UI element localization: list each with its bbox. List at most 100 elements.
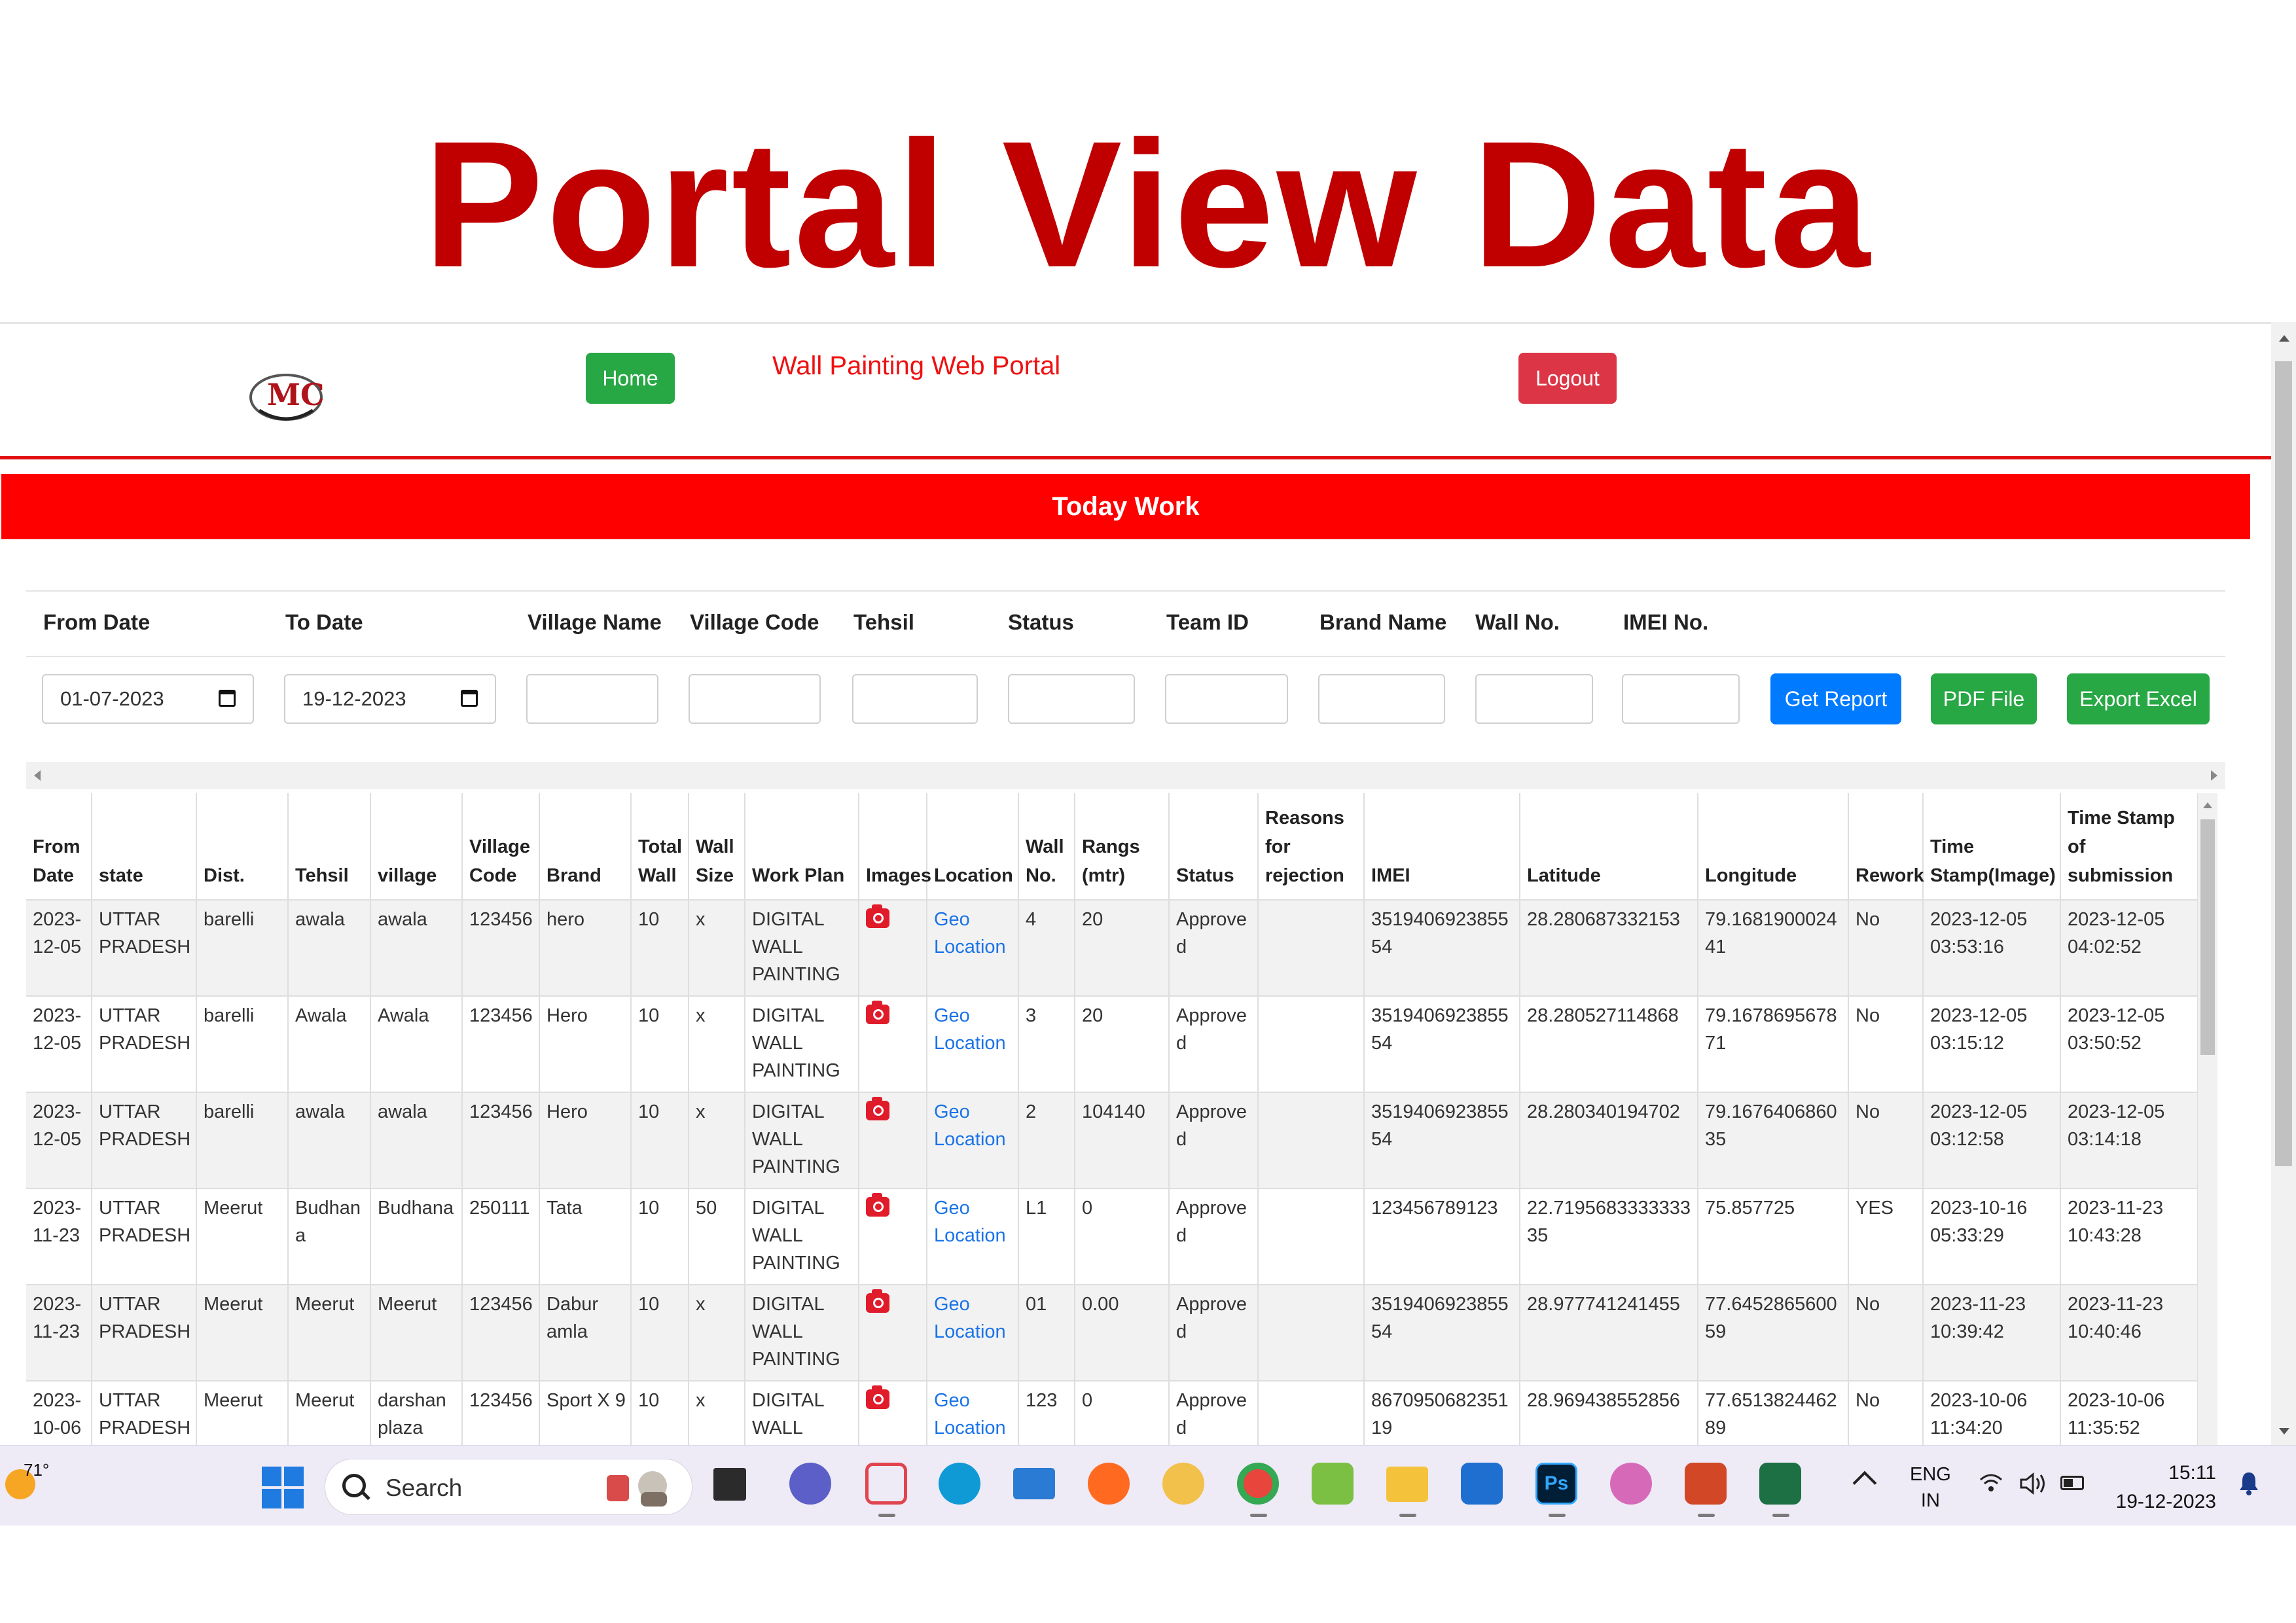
home-button[interactable]: Home	[586, 353, 675, 404]
language-indicator[interactable]: ENG IN	[1910, 1461, 1951, 1514]
calendar-icon[interactable]	[219, 690, 236, 707]
wifi-icon[interactable]	[1978, 1469, 2004, 1495]
snipping-tool-icon[interactable]	[865, 1463, 907, 1505]
running-indicator	[1250, 1514, 1267, 1517]
logout-button[interactable]: Logout	[1518, 353, 1617, 404]
column-header[interactable]: Village Code	[462, 793, 540, 901]
column-header[interactable]: Latitude	[1520, 793, 1698, 901]
column-header[interactable]: Time Stamp of submission	[2060, 793, 2198, 901]
chevron-up-icon[interactable]	[1852, 1471, 1877, 1495]
column-header[interactable]: Dist.	[196, 793, 289, 901]
task-view-icon[interactable]	[713, 1468, 746, 1501]
geo-location-link[interactable]: Geo Location	[934, 1198, 1006, 1246]
get-report-button[interactable]: Get Report	[1770, 673, 1901, 724]
mail-icon[interactable]	[1013, 1468, 1055, 1499]
camera-icon[interactable]	[866, 904, 889, 928]
camera-icon[interactable]	[866, 1001, 889, 1024]
column-header[interactable]: Rangs (mtr)	[1075, 793, 1170, 901]
tehsil-input[interactable]	[852, 674, 978, 724]
volume-icon[interactable]	[2018, 1472, 2047, 1495]
camera-icon[interactable]	[866, 1289, 889, 1313]
system-clock[interactable]: 15:11 19-12-2023	[2111, 1459, 2216, 1516]
chat-icon[interactable]	[789, 1463, 831, 1505]
column-header[interactable]: Longitude	[1698, 793, 1849, 901]
paint-icon[interactable]	[1610, 1463, 1652, 1505]
edge-icon[interactable]	[939, 1463, 980, 1505]
scroll-up-icon[interactable]	[2203, 802, 2212, 808]
column-header[interactable]: state	[92, 793, 197, 901]
windows-start-icon[interactable]	[262, 1467, 304, 1508]
column-header[interactable]: Reasons for rejection	[1258, 793, 1365, 901]
image-timestamp-cell: 2023-10-16 05:33:29	[1923, 1188, 2061, 1285]
village-name-input[interactable]	[526, 674, 658, 724]
team-id-label: Team ID	[1166, 610, 1249, 634]
geo-location-link[interactable]: Geo Location	[934, 1294, 1006, 1342]
powerpoint-icon[interactable]	[1685, 1463, 1727, 1505]
column-header[interactable]: Time Stamp(Image)	[1923, 793, 2061, 901]
notification-bell-icon[interactable]	[2238, 1471, 2259, 1495]
weather-widget[interactable]: 71°	[5, 1460, 49, 1506]
column-header[interactable]: Images	[859, 793, 931, 901]
status-cell: Approved	[1169, 900, 1259, 997]
team-id-input[interactable]	[1165, 674, 1288, 724]
geo-location-link[interactable]: Geo Location	[934, 1005, 1006, 1054]
excel-icon[interactable]	[1759, 1463, 1801, 1505]
brand-cell: Hero	[539, 1092, 632, 1189]
column-header[interactable]: Wall No.	[1018, 793, 1075, 901]
scroll-left-icon[interactable]	[34, 770, 41, 781]
scroll-right-icon[interactable]	[2211, 770, 2217, 781]
camera-icon[interactable]	[866, 1193, 889, 1217]
wall-no-input[interactable]	[1475, 674, 1593, 724]
taskbar-search[interactable]: Search	[325, 1459, 692, 1515]
work-plan-cell: DIGITAL WALL PAINTING	[745, 996, 859, 1093]
column-header[interactable]: From Date	[26, 793, 92, 901]
village-code-cell: 123456	[462, 996, 540, 1093]
column-header[interactable]: Status	[1169, 793, 1259, 901]
column-header[interactable]: IMEI	[1364, 793, 1520, 901]
from-date-input[interactable]: 01-07-2023	[42, 674, 254, 724]
table-vertical-scrollbar[interactable]	[2198, 793, 2217, 1525]
to-date-value: 19-12-2023	[302, 687, 406, 710]
pdf-file-button[interactable]: PDF File	[1931, 673, 2037, 724]
column-header[interactable]: Tehsil	[288, 793, 371, 901]
state-cell: UTTAR PRADESH	[92, 1092, 197, 1189]
export-excel-button[interactable]: Export Excel	[2067, 673, 2210, 724]
camera-icon[interactable]	[866, 1097, 889, 1120]
file-explorer-icon[interactable]	[1386, 1467, 1428, 1502]
status-input[interactable]	[1008, 674, 1135, 724]
company-logo[interactable]: MC	[247, 365, 325, 425]
village-code-input[interactable]	[689, 674, 821, 724]
location-cell: Geo Location	[927, 996, 1019, 1093]
to-date-input[interactable]: 19-12-2023	[284, 674, 496, 724]
column-header[interactable]: Rework	[1848, 793, 1924, 901]
scroll-down-icon[interactable]	[2279, 1428, 2289, 1435]
battery-icon[interactable]	[2060, 1476, 2084, 1490]
scroll-thumb[interactable]	[2200, 819, 2215, 1055]
column-header[interactable]: Location	[927, 793, 1019, 901]
column-header[interactable]: village	[370, 793, 463, 901]
photos-icon[interactable]	[1162, 1463, 1204, 1505]
notepad-plus-icon[interactable]	[1312, 1463, 1354, 1505]
chrome-icon[interactable]	[1237, 1463, 1279, 1505]
navbar-divider	[0, 456, 2271, 459]
column-header[interactable]: Total Wall	[631, 793, 689, 901]
brand-name-input[interactable]	[1318, 674, 1445, 724]
column-header[interactable]: Work Plan	[745, 793, 859, 901]
location-cell: Geo Location	[927, 900, 1019, 997]
geo-location-link[interactable]: Geo Location	[934, 909, 1006, 957]
horizontal-scrollbar[interactable]	[26, 762, 2225, 789]
geo-location-link[interactable]: Geo Location	[934, 1390, 1006, 1438]
scroll-thumb[interactable]	[2275, 361, 2292, 1166]
photoshop-icon[interactable]: Ps	[1535, 1463, 1577, 1505]
geo-location-link[interactable]: Geo Location	[934, 1101, 1006, 1150]
imei-no-input[interactable]	[1622, 674, 1740, 724]
scroll-up-icon[interactable]	[2279, 335, 2289, 342]
camera-icon[interactable]	[866, 1385, 889, 1409]
page-vertical-scrollbar[interactable]	[2271, 322, 2296, 1448]
column-header[interactable]: Wall Size	[689, 793, 745, 901]
language-code: ENG	[1910, 1464, 1951, 1485]
firefox-icon[interactable]	[1088, 1463, 1130, 1505]
store-icon[interactable]	[1461, 1463, 1503, 1505]
calendar-icon[interactable]	[461, 690, 478, 707]
column-header[interactable]: Brand	[539, 793, 632, 901]
